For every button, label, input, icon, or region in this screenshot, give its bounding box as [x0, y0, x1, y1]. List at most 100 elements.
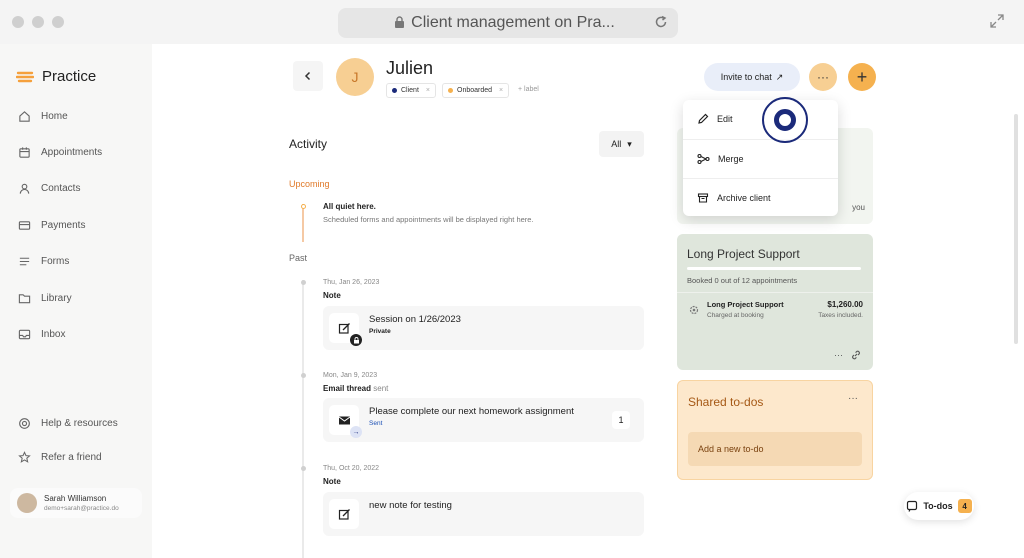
package-progress-bar [687, 267, 861, 270]
chevron-left-icon [304, 71, 311, 81]
timeline-line [302, 280, 304, 558]
add-button[interactable]: + [848, 63, 876, 91]
folder-icon [18, 294, 31, 304]
page-title: Client management on Pra... [411, 14, 615, 31]
package-item-sub: Charged at booking [707, 312, 764, 319]
empty-state-title: All quiet here. [323, 202, 376, 211]
tag-onboarded[interactable]: Onboarded × [442, 83, 510, 98]
cursor-indicator [762, 97, 808, 143]
tag-client[interactable]: Client × [386, 83, 436, 98]
window-minimize-dot[interactable] [32, 16, 44, 28]
expand-icon[interactable] [990, 14, 1004, 33]
entry-kind: Note [323, 477, 341, 486]
card-icon [18, 221, 31, 230]
activity-filter-select[interactable]: All ▾ [599, 131, 644, 157]
caret-down-icon: ▾ [627, 138, 632, 149]
remove-tag-icon[interactable]: × [426, 87, 430, 94]
upcoming-heading: Upcoming [289, 179, 330, 189]
message-count-badge: 1 [612, 411, 630, 429]
package-more-button[interactable]: ··· [834, 350, 843, 360]
window-maximize-dot[interactable] [52, 16, 64, 28]
divider [677, 292, 873, 293]
brand-name: Practice [42, 68, 97, 85]
sidebar: Practice Home Appointments Contacts Paym… [0, 44, 152, 558]
package-card[interactable]: Long Project Support Booked 0 out of 12 … [677, 234, 873, 370]
inbox-icon [18, 329, 31, 340]
entry-kind-suffix: sent [373, 384, 389, 393]
past-heading: Past [289, 253, 308, 263]
shared-todos-card: Shared to-dos ··· Add a new to-do [677, 380, 873, 480]
package-tax: Taxes included. [818, 312, 863, 319]
user-name: Sarah Williamson [44, 494, 107, 503]
sidebar-item-home[interactable]: Home [18, 110, 68, 123]
back-button[interactable] [293, 61, 323, 91]
client-name: Julien [386, 58, 434, 78]
package-actions: ··· [834, 350, 861, 360]
activity-card-note[interactable]: new note for testing [323, 492, 644, 536]
sidebar-item-label: Inbox [41, 329, 66, 340]
cursor-dot [774, 109, 796, 131]
todos-count-badge: 4 [957, 499, 972, 513]
sidebar-item-label: Forms [41, 256, 70, 267]
card-subtitle: Sent [369, 420, 383, 427]
help-icon [19, 418, 30, 429]
tag-color-dot [448, 88, 453, 93]
sidebar-item-contacts[interactable]: Contacts [18, 182, 80, 195]
sidebar-item-appointments[interactable]: Appointments [18, 146, 102, 159]
sidebar-item-help[interactable]: Help & resources [18, 417, 118, 430]
home-icon [19, 111, 30, 122]
link-icon[interactable] [851, 350, 861, 360]
user-profile[interactable]: Sarah Williamson demo+sarah@practice.do [10, 488, 142, 518]
todo-icon [907, 500, 918, 512]
reload-icon[interactable] [654, 15, 668, 34]
menu-item-archive[interactable]: Archive client [683, 179, 838, 217]
todos-more-button[interactable]: ··· [848, 393, 858, 404]
card-subtitle: Private [369, 328, 391, 335]
more-options-button[interactable]: ··· [809, 63, 837, 91]
card-title: Please complete our next homework assign… [369, 406, 574, 417]
menu-item-merge[interactable]: Merge [683, 140, 838, 178]
timeline-dot [301, 204, 306, 209]
todos-pill-button[interactable]: To-dos 4 [904, 492, 974, 520]
brand-logo[interactable]: Practice [16, 68, 96, 85]
person-icon [19, 183, 30, 194]
invite-to-chat-button[interactable]: Invite to chat ↗ [704, 63, 800, 91]
star-icon [18, 451, 31, 463]
sidebar-item-payments[interactable]: Payments [18, 219, 85, 232]
add-todo-button[interactable]: Add a new to-do [688, 432, 862, 466]
sidebar-item-library[interactable]: Library [18, 292, 72, 305]
entry-kind: Note [323, 291, 341, 300]
tag-color-dot [392, 88, 397, 93]
activity-title: Activity [289, 137, 328, 151]
calendar-icon [19, 147, 30, 158]
window-close-dot[interactable] [12, 16, 24, 28]
sidebar-item-label: Library [41, 293, 72, 304]
lock-icon [394, 16, 405, 34]
scrollbar[interactable] [1014, 114, 1018, 344]
package-booked: Booked 0 out of 12 appointments [687, 276, 798, 285]
activity-card-note[interactable]: Session on 1/26/2023 Private [323, 306, 644, 350]
entry-date: Thu, Oct 20, 2022 [323, 465, 380, 472]
package-price: $1,260.00 [827, 300, 863, 309]
browser-window: Client management on Pra... Practice Hom… [0, 0, 1024, 558]
note-edit-icon [329, 499, 359, 529]
activity-card-email[interactable]: → Please complete our next homework assi… [323, 398, 644, 442]
menu-item-edit[interactable]: Edit [683, 100, 838, 138]
entry-kind-label: Note [323, 477, 341, 486]
sidebar-item-label: Payments [41, 220, 86, 231]
timeline-dot [301, 280, 306, 285]
address-bar[interactable]: Client management on Pra... [338, 8, 678, 38]
user-email: demo+sarah@practice.do [44, 505, 119, 512]
entry-kind-label: Note [323, 291, 341, 300]
entry-kind: Email thread sent [323, 384, 388, 393]
todos-title: Shared to-dos [688, 395, 764, 409]
sidebar-item-inbox[interactable]: Inbox [18, 328, 65, 341]
menu-item-label: Edit [717, 114, 733, 124]
sidebar-item-forms[interactable]: Forms [18, 255, 69, 268]
add-label-button[interactable]: + label [518, 86, 539, 93]
package-title: Long Project Support [687, 247, 800, 261]
sidebar-item-refer[interactable]: Refer a friend [18, 451, 102, 464]
merge-icon [697, 153, 710, 165]
entry-date: Thu, Jan 26, 2023 [323, 279, 380, 286]
remove-tag-icon[interactable]: × [499, 87, 503, 94]
